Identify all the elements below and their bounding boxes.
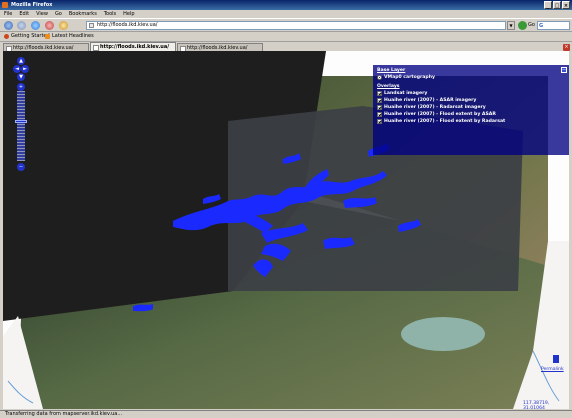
zoom-out-icon[interactable]: − — [17, 163, 25, 171]
pan-zoom-control: ▲ ◄ ► ▼ + − — [13, 57, 29, 172]
permalink-link[interactable]: Permalink — [541, 367, 564, 372]
pan-right-icon[interactable]: ► — [21, 65, 29, 73]
status-text: Transferring data from mapserver.ikd.kie… — [5, 411, 123, 417]
overlays-header: Overlays — [377, 84, 400, 89]
checkbox-icon[interactable] — [377, 112, 382, 117]
maximize-button[interactable]: □ — [553, 1, 561, 9]
close-window-button[interactable]: × — [562, 1, 570, 9]
page-icon — [89, 23, 94, 28]
menu-bookmarks[interactable]: Bookmarks — [69, 10, 97, 18]
base-layer-option[interactable]: VMap0 cartography — [377, 75, 565, 80]
overview-map-toggle-icon[interactable] — [553, 355, 559, 363]
layer-switcher: − Base Layer VMap0 cartography Overlays … — [373, 65, 569, 155]
menu-go[interactable]: Go — [55, 10, 62, 18]
bookmark-label: Getting Started — [11, 33, 50, 39]
tab-bar: http://floods.ikd.kiev.ua/ http://floods… — [0, 41, 572, 52]
lake-feature — [401, 317, 485, 351]
window-titlebar[interactable]: Mozilla Firefox _ □ × — [0, 0, 572, 10]
url-dropdown-button[interactable]: ▼ — [507, 21, 515, 30]
zoom-in-icon[interactable]: + — [17, 83, 25, 91]
checkbox-icon[interactable] — [377, 119, 382, 124]
overlay-label: Huaihe river (2007) - Radarsat imagery — [384, 105, 486, 110]
menu-edit[interactable]: Edit — [19, 10, 29, 18]
firefox-icon — [4, 34, 9, 39]
overlay-label: Landsat imagery — [384, 91, 428, 96]
close-tab-icon[interactable]: × — [563, 44, 570, 51]
map-viewport[interactable]: ▲ ◄ ► ▼ + − − Base Layer VMap0 cartograp… — [3, 51, 569, 409]
stop-icon[interactable] — [45, 21, 54, 30]
google-icon[interactable]: G — [539, 23, 543, 29]
checkbox-icon[interactable] — [377, 91, 382, 96]
window-title: Mozilla Firefox — [11, 2, 53, 8]
checkbox-icon[interactable] — [377, 98, 382, 103]
base-layer-header: Base Layer — [377, 68, 406, 73]
window-controls: _ □ × — [544, 1, 570, 9]
status-bar: Transferring data from mapserver.ikd.kie… — [0, 410, 572, 418]
zoom-slider[interactable] — [15, 120, 27, 123]
zoom-track[interactable] — [17, 91, 25, 161]
menu-help[interactable]: Help — [123, 10, 134, 18]
radio-icon[interactable] — [377, 75, 382, 80]
go-label[interactable]: Go — [528, 21, 535, 30]
overlay-label: Huaihe river (2007) - Flood extent by Ra… — [384, 119, 506, 124]
bookmark-getting-started[interactable]: Getting Started — [4, 32, 50, 41]
overlay-option[interactable]: Huaihe river (2007) - Radarsat imagery — [377, 105, 565, 110]
overlay-option[interactable]: Huaihe river (2007) - Flood extent by Ra… — [377, 119, 565, 124]
overlay-option[interactable]: Landsat imagery — [377, 91, 565, 96]
pan-down-icon[interactable]: ▼ — [17, 73, 25, 81]
overlay-label: Huaihe river (2007) - ASAR imagery — [384, 98, 477, 103]
forward-icon[interactable] — [17, 21, 26, 30]
url-text: http://floods.ikd.kiev.ua/ — [97, 22, 158, 28]
menu-file[interactable]: File — [4, 10, 12, 18]
pan-left-icon[interactable]: ◄ — [13, 65, 21, 73]
pan-up-icon[interactable]: ▲ — [17, 57, 25, 65]
rss-icon — [45, 34, 50, 39]
overlay-option[interactable]: Huaihe river (2007) - Flood extent by AS… — [377, 112, 565, 117]
overlay-label: Huaihe river (2007) - Flood extent by AS… — [384, 112, 496, 117]
bookmarks-toolbar: Getting Started Latest Headlines — [0, 32, 572, 41]
overlay-option[interactable]: Huaihe river (2007) - ASAR imagery — [377, 98, 565, 103]
menu-view[interactable]: View — [36, 10, 48, 18]
mouse-position-readout: 117.38719, 31.01064 — [523, 401, 550, 409]
bookmark-label: Latest Headlines — [52, 33, 94, 39]
minimize-button[interactable]: _ — [544, 1, 552, 9]
base-layer-label: VMap0 cartography — [384, 75, 435, 80]
tab-label: http://floods.ikd.kiev.ua/ — [100, 44, 170, 50]
menu-bar: File Edit View Go Bookmarks Tools Help — [0, 10, 572, 18]
checkbox-icon[interactable] — [377, 105, 382, 110]
minimize-layer-switcher-icon[interactable]: − — [561, 67, 567, 73]
menu-tools[interactable]: Tools — [104, 10, 116, 18]
home-icon[interactable] — [59, 21, 68, 30]
navigation-toolbar: http://floods.ikd.kiev.ua/ ▼ Go G — [0, 18, 572, 32]
firefox-icon — [2, 2, 8, 8]
go-icon[interactable] — [518, 21, 527, 30]
bookmark-latest-headlines[interactable]: Latest Headlines — [45, 32, 94, 41]
reload-icon[interactable] — [31, 21, 40, 30]
url-bar[interactable]: http://floods.ikd.kiev.ua/ — [86, 21, 506, 30]
back-icon[interactable] — [4, 21, 13, 30]
search-input[interactable]: G — [537, 21, 570, 30]
